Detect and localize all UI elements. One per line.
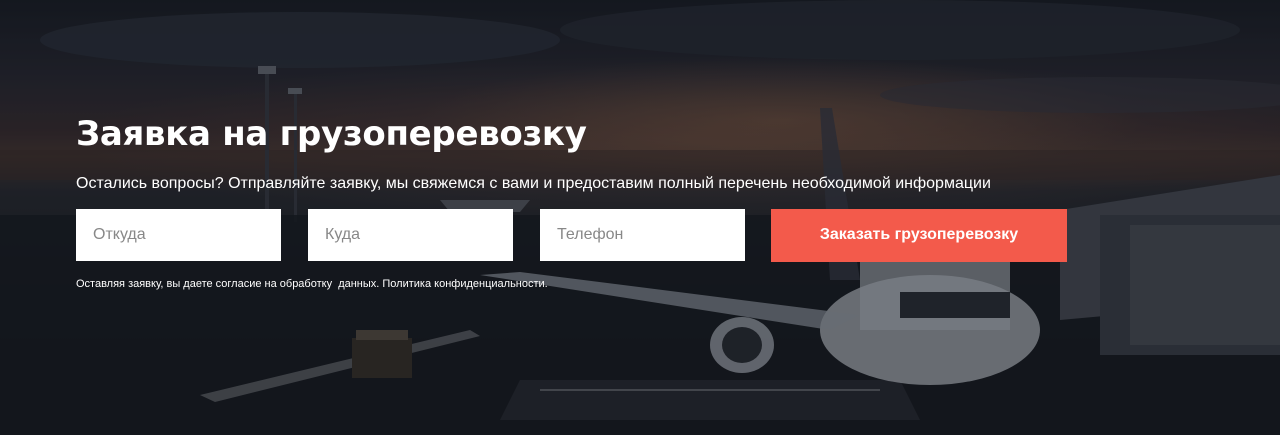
order-freight-button[interactable]: Заказать грузоперевозку	[771, 208, 1067, 262]
from-input[interactable]	[76, 209, 281, 261]
request-form: Заказать грузоперевозку	[76, 208, 1176, 262]
to-input[interactable]	[308, 209, 513, 261]
section-subtitle: Остались вопросы? Отправляйте заявку, мы…	[76, 175, 991, 192]
hero-section: Заявка на грузоперевозку Остались вопрос…	[0, 0, 1280, 435]
consent-text: Оставляя заявку, вы даете согласие на об…	[76, 278, 548, 290]
phone-input[interactable]	[540, 209, 745, 261]
request-form-section: Заявка на грузоперевозку Остались вопрос…	[76, 112, 1176, 291]
section-title: Заявка на грузоперевозку	[76, 114, 587, 154]
